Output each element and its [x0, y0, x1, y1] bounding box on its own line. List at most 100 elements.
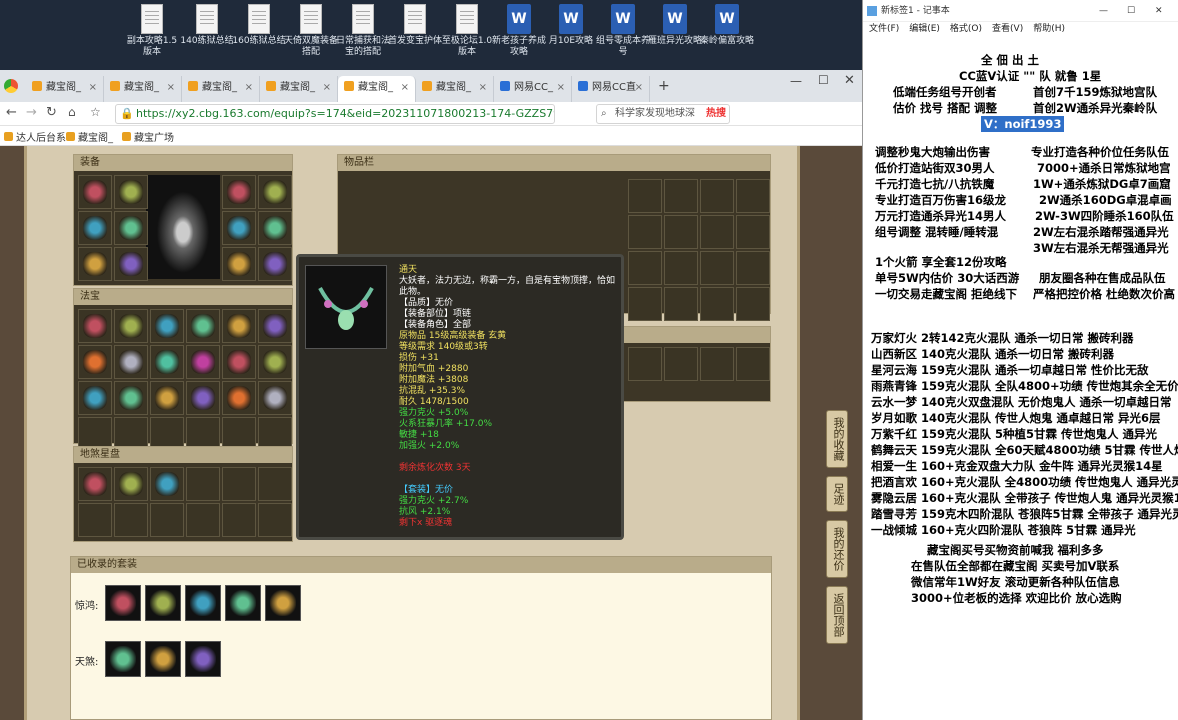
- suit-item-slot[interactable]: [225, 585, 261, 621]
- suit-item-slot[interactable]: [265, 585, 301, 621]
- tab-close-icon[interactable]: ×: [167, 76, 175, 100]
- item-slot[interactable]: [222, 309, 256, 343]
- item-slot[interactable]: [186, 309, 220, 343]
- item-slot[interactable]: [258, 503, 292, 537]
- item-slot[interactable]: [664, 215, 698, 249]
- item-slot[interactable]: [700, 215, 734, 249]
- notepad-menu-item[interactable]: 格式(O): [950, 24, 982, 34]
- item-slot[interactable]: [628, 287, 662, 321]
- item-slot[interactable]: [736, 251, 770, 285]
- item-slot[interactable]: [150, 309, 184, 343]
- tab-close-icon[interactable]: ×: [245, 76, 253, 100]
- home-icon[interactable]: ⌂: [68, 105, 76, 119]
- browser-tab[interactable]: 藏宝阁_ ×: [416, 76, 494, 102]
- browser-tab[interactable]: 网易CC直 ×: [572, 76, 650, 102]
- item-slot[interactable]: [114, 211, 148, 245]
- browser-tab[interactable]: 藏宝阁_ ×: [338, 76, 416, 102]
- item-slot[interactable]: [150, 345, 184, 379]
- item-slot[interactable]: [628, 251, 662, 285]
- notepad-text[interactable]: 全 佃 出 土 CC蓝V认证 "" 队 就鲁 1星 低端任务组号开创者 首创7千159…: [863, 36, 1178, 720]
- item-slot[interactable]: [628, 215, 662, 249]
- browser-tab[interactable]: 藏宝阁_ ×: [26, 76, 104, 102]
- item-slot[interactable]: [78, 381, 112, 415]
- reload-icon[interactable]: ↻: [46, 105, 57, 120]
- notepad-menu-item[interactable]: 查看(V): [992, 24, 1023, 34]
- desktop-icon[interactable]: 日常捕获和法宝的搭配: [336, 4, 390, 58]
- item-slot[interactable]: [222, 381, 256, 415]
- suit-item-slot[interactable]: [145, 585, 181, 621]
- tab-close-icon[interactable]: ×: [557, 76, 565, 100]
- item-slot[interactable]: [78, 467, 112, 501]
- item-slot[interactable]: [664, 287, 698, 321]
- suit-item-slot[interactable]: [105, 585, 141, 621]
- item-slot[interactable]: [78, 247, 112, 281]
- browser-tab[interactable]: 网易CC_ ×: [494, 76, 572, 102]
- tab-close-icon[interactable]: ×: [323, 76, 331, 100]
- item-slot[interactable]: [258, 211, 292, 245]
- browser-tab[interactable]: 藏宝阁_ ×: [104, 76, 182, 102]
- browser-tab[interactable]: 藏宝阁_ ×: [260, 76, 338, 102]
- search-box[interactable]: ⌕ 科学家发现地球深 热搜: [596, 104, 730, 124]
- suit-item-slot[interactable]: [145, 641, 181, 677]
- notepad-menu-item[interactable]: 帮助(H): [1033, 24, 1065, 34]
- item-slot[interactable]: [114, 345, 148, 379]
- item-slot[interactable]: [78, 211, 112, 245]
- item-slot[interactable]: [114, 503, 148, 537]
- side-button[interactable]: 我的还价: [826, 520, 848, 578]
- browser-tab[interactable]: 藏宝阁_ ×: [182, 76, 260, 102]
- item-slot[interactable]: [222, 175, 256, 209]
- item-slot[interactable]: [222, 503, 256, 537]
- new-tab-button[interactable]: +: [658, 78, 670, 94]
- item-slot[interactable]: [78, 175, 112, 209]
- item-slot[interactable]: [150, 467, 184, 501]
- bookmark-item[interactable]: 藏宝广场: [122, 129, 174, 144]
- item-slot[interactable]: [150, 503, 184, 537]
- suit-item-slot[interactable]: [185, 585, 221, 621]
- desktop-icon[interactable]: 140练狱总结: [180, 4, 234, 47]
- item-slot[interactable]: [222, 247, 256, 281]
- desktop-icon[interactable]: 至极论坛1.0版本: [440, 4, 494, 58]
- notepad-maximize-button[interactable]: ☐: [1127, 0, 1135, 22]
- desktop-icon[interactable]: W 雁班异光攻略: [648, 4, 702, 47]
- item-slot[interactable]: [114, 381, 148, 415]
- desktop-icon[interactable]: 副本攻略1.5版本: [125, 4, 179, 58]
- hot-search-label[interactable]: 热搜: [706, 105, 726, 123]
- desktop-icon[interactable]: W 月10E攻略: [544, 4, 598, 47]
- item-slot[interactable]: [114, 309, 148, 343]
- desktop-icon[interactable]: W 组号零成本养号: [596, 4, 650, 58]
- item-slot[interactable]: [258, 467, 292, 501]
- side-button[interactable]: 我的收藏: [826, 410, 848, 468]
- window-maximize-button[interactable]: ☐: [818, 73, 829, 87]
- notepad-close-button[interactable]: ✕: [1155, 0, 1163, 22]
- item-slot[interactable]: [258, 175, 292, 209]
- tab-close-icon[interactable]: ×: [479, 76, 487, 100]
- item-slot[interactable]: [78, 503, 112, 537]
- tab-close-icon[interactable]: ×: [401, 76, 409, 100]
- suit-item-slot[interactable]: [105, 641, 141, 677]
- item-slot[interactable]: [114, 247, 148, 281]
- item-slot[interactable]: [114, 467, 148, 501]
- desktop-icon[interactable]: 160练狱总结: [232, 4, 286, 47]
- item-slot[interactable]: [736, 287, 770, 321]
- item-slot[interactable]: [78, 345, 112, 379]
- side-button[interactable]: 返回顶部: [826, 586, 848, 644]
- item-slot[interactable]: [736, 347, 770, 381]
- item-slot[interactable]: [700, 347, 734, 381]
- item-slot[interactable]: [222, 211, 256, 245]
- desktop-icon[interactable]: W 秦岭偏富攻略: [700, 4, 754, 47]
- item-slot[interactable]: [628, 347, 662, 381]
- tab-close-icon[interactable]: ×: [635, 76, 643, 100]
- window-close-button[interactable]: ✕: [844, 73, 855, 88]
- item-slot[interactable]: [186, 503, 220, 537]
- browser-logo-icon[interactable]: [4, 79, 18, 93]
- item-slot[interactable]: [664, 347, 698, 381]
- notepad-menu-item[interactable]: 编辑(E): [909, 24, 940, 34]
- desktop-icon[interactable]: 首发变宝护体: [388, 4, 442, 47]
- desktop-icon[interactable]: 天倚双魔装备搭配: [284, 4, 338, 58]
- item-slot[interactable]: [628, 179, 662, 213]
- bookmark-item[interactable]: 藏宝阁_: [66, 129, 113, 144]
- item-slot[interactable]: [222, 467, 256, 501]
- item-slot[interactable]: [700, 179, 734, 213]
- item-slot[interactable]: [186, 345, 220, 379]
- tab-close-icon[interactable]: ×: [89, 76, 97, 100]
